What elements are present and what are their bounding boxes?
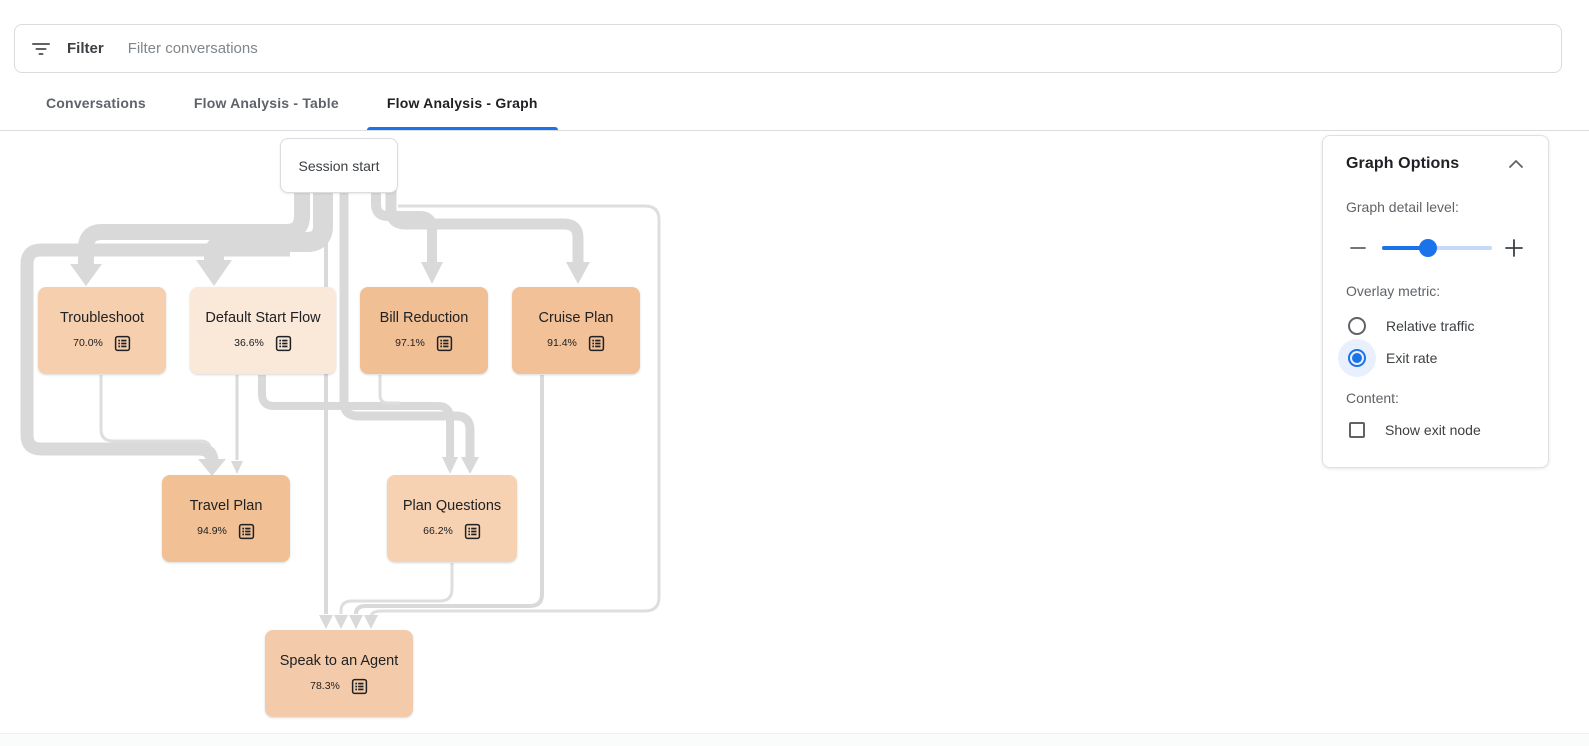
exit-rate-value: 70.0% xyxy=(73,337,103,349)
flow-node-bill-reduction[interactable]: Bill Reduction 97.1% xyxy=(360,287,488,374)
graph-detail-slider-row xyxy=(1346,236,1528,260)
overlay-metric-label: Overlay metric: xyxy=(1346,283,1528,299)
radio-exit-rate[interactable]: Exit rate xyxy=(1346,349,1528,367)
radio-selected-icon xyxy=(1348,349,1366,367)
exit-rate-value: 78.3% xyxy=(310,680,340,692)
filter-label: Filter xyxy=(67,40,104,57)
radio-icon xyxy=(1348,317,1366,335)
graph-options-title: Graph Options xyxy=(1346,155,1459,173)
flow-node-session-start[interactable]: Session start xyxy=(280,138,398,193)
increase-detail-button[interactable] xyxy=(1502,236,1526,260)
flow-node-cruise-plan[interactable]: Cruise Plan 91.4% xyxy=(512,287,640,374)
list-alt-icon[interactable] xyxy=(588,335,605,352)
filter-conversations-input[interactable] xyxy=(128,40,1545,57)
content-label: Content: xyxy=(1346,390,1528,406)
show-exit-node-checkbox-row[interactable]: Show exit node xyxy=(1346,422,1528,438)
graph-detail-slider[interactable] xyxy=(1382,246,1492,250)
tab-bar: Conversations Flow Analysis - Table Flow… xyxy=(0,75,1589,131)
tab-flow-analysis-graph[interactable]: Flow Analysis - Graph xyxy=(363,75,562,130)
chevron-up-icon xyxy=(1509,160,1523,168)
exit-rate-value: 36.6% xyxy=(234,337,264,349)
flow-analysis-page: Filter Conversations Flow Analysis - Tab… xyxy=(0,0,1589,746)
minus-icon xyxy=(1349,239,1367,257)
collapse-panel-button[interactable] xyxy=(1504,152,1528,176)
list-alt-icon[interactable] xyxy=(114,335,131,352)
filter-bar: Filter xyxy=(14,24,1562,73)
filter-list-icon xyxy=(31,39,51,59)
list-alt-icon[interactable] xyxy=(238,523,255,540)
list-alt-icon[interactable] xyxy=(351,678,368,695)
list-alt-icon[interactable] xyxy=(464,523,481,540)
plus-icon xyxy=(1504,238,1524,258)
exit-rate-value: 97.1% xyxy=(395,337,425,349)
graph-options-panel: Graph Options Graph detail level: Overla… xyxy=(1322,135,1549,468)
flow-node-travel-plan[interactable]: Travel Plan 94.9% xyxy=(162,475,290,562)
list-alt-icon[interactable] xyxy=(436,335,453,352)
tab-conversations[interactable]: Conversations xyxy=(22,75,170,130)
active-tab-indicator xyxy=(367,127,558,130)
flow-node-default-start-flow[interactable]: Default Start Flow 36.6% xyxy=(190,287,336,374)
checkbox-icon xyxy=(1349,422,1365,438)
flow-node-plan-questions[interactable]: Plan Questions 66.2% xyxy=(387,475,517,562)
list-alt-icon[interactable] xyxy=(275,335,292,352)
exit-rate-value: 91.4% xyxy=(547,337,577,349)
slider-thumb[interactable] xyxy=(1419,239,1437,257)
flow-node-troubleshoot[interactable]: Troubleshoot 70.0% xyxy=(38,287,166,374)
graph-detail-level-label: Graph detail level: xyxy=(1346,199,1528,215)
canvas-bottom-edge xyxy=(0,733,1589,746)
flow-node-speak-to-an-agent[interactable]: Speak to an Agent 78.3% xyxy=(265,630,413,717)
tab-flow-analysis-table[interactable]: Flow Analysis - Table xyxy=(170,75,363,130)
radio-relative-traffic[interactable]: Relative traffic xyxy=(1346,317,1528,335)
decrease-detail-button[interactable] xyxy=(1346,236,1370,260)
exit-rate-value: 66.2% xyxy=(423,525,453,537)
exit-rate-value: 94.9% xyxy=(197,525,227,537)
